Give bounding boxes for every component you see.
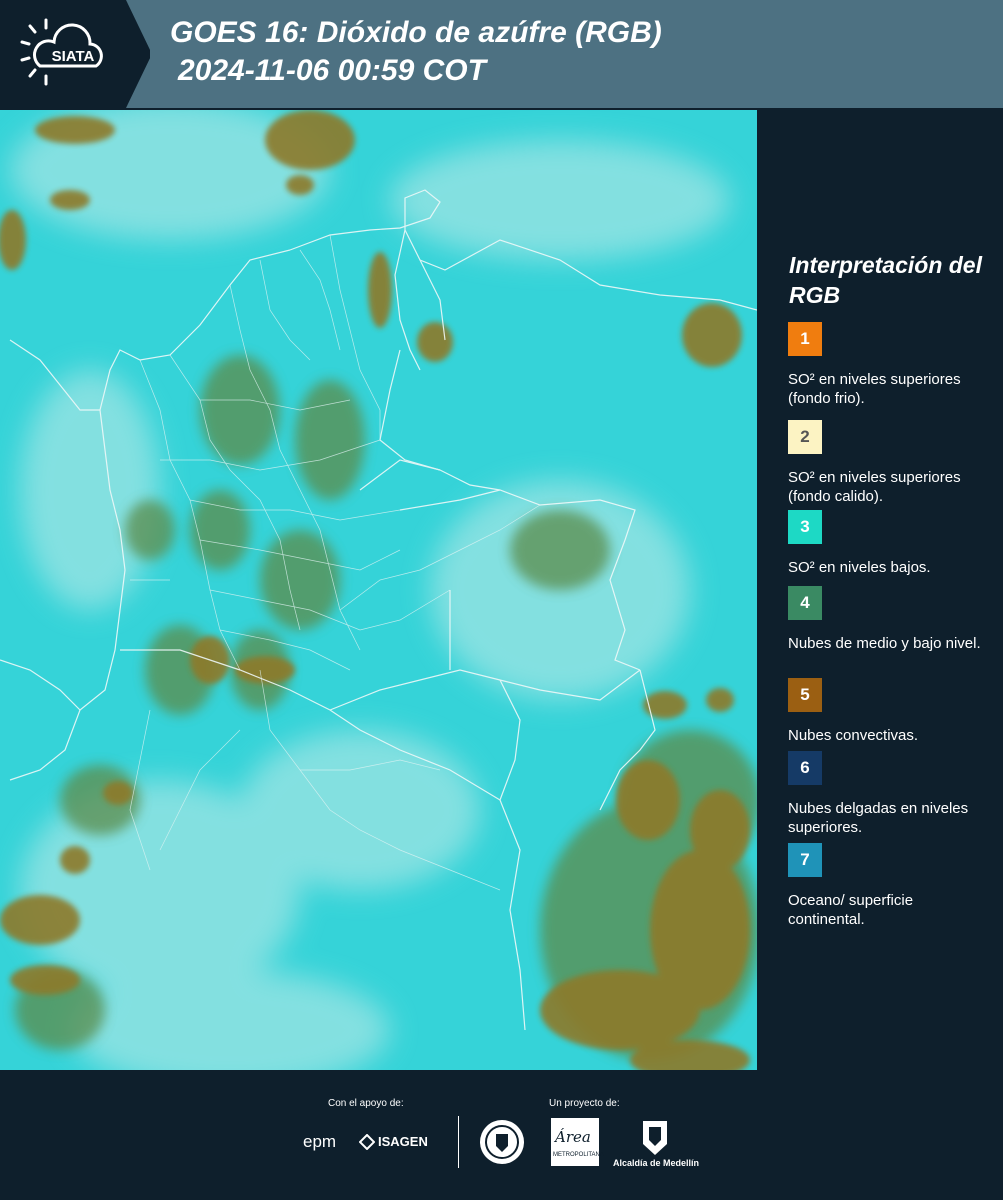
support-label: Con el apoyo de: — [328, 1098, 404, 1109]
legend-label-6: Nubes delgadas en niveles superiores. — [788, 800, 969, 836]
header-bar: SIATA GOES 16: Dióxido de azúfre (RGB) 2… — [0, 0, 1003, 108]
alcaldia-shield-icon — [640, 1118, 670, 1163]
footer: Con el apoyo de: Un proyecto de: epm ISA… — [0, 1070, 1003, 1200]
legend-label-4: Nubes de medio y bajo nivel. — [788, 635, 981, 652]
legend-item-2: 2 SO² en niveles superiores (fondo calid… — [788, 420, 988, 506]
legend-item-4: 4 Nubes de medio y bajo nivel. — [788, 586, 988, 653]
legend-item-1: 1 SO² en niveles superiores (fondo frio)… — [788, 322, 988, 408]
isagen-icon — [358, 1133, 376, 1155]
epm-logo: epm — [303, 1132, 337, 1151]
legend-swatch-7: 7 — [788, 843, 822, 877]
legend-label-5: Nubes convectivas. — [788, 727, 919, 744]
project-label: Un proyecto de: — [549, 1098, 620, 1109]
svg-text:SIATA: SIATA — [52, 48, 95, 65]
legend-swatch-1: 1 — [788, 322, 822, 356]
page-title: GOES 16: Dióxido de azúfre (RGB) — [170, 16, 662, 49]
legend-item-6: 6 Nubes delgadas en niveles superiores. — [788, 751, 988, 837]
medellin-seal-icon — [478, 1118, 526, 1171]
legend-title: Interpretación del RGB — [789, 252, 982, 308]
page-timestamp: 2024-11-06 00:59 COT — [178, 54, 486, 87]
legend-swatch-6: 6 — [788, 751, 822, 785]
legend-swatch-4: 4 — [788, 586, 822, 620]
legend-item-5: 5 Nubes convectivas. — [788, 678, 988, 745]
area-metropolitana-logo: Área METROPOLITANA — [551, 1118, 604, 1166]
siata-logo: SIATA — [0, 0, 152, 108]
legend-label-3: SO² en niveles bajos. — [788, 559, 931, 576]
legend-swatch-5: 5 — [788, 678, 822, 712]
legend-panel: Interpretación del RGB 1 SO² en niveles … — [757, 108, 1003, 1070]
legend-item-7: 7 Oceano/ superficie continental. — [788, 843, 988, 929]
legend-label-2: SO² en niveles superiores (fondo calido)… — [788, 469, 961, 505]
footer-divider — [458, 1116, 459, 1168]
legend-swatch-2: 2 — [788, 420, 822, 454]
legend-swatch-3: 3 — [788, 510, 822, 544]
legend-label-1: SO² en niveles superiores (fondo frio). — [788, 371, 961, 407]
satellite-map — [0, 110, 757, 1070]
legend-label-7: Oceano/ superficie continental. — [788, 892, 914, 928]
alcaldia-label: Alcaldía de Medellín — [613, 1158, 700, 1168]
isagen-logo: ISAGEN — [378, 1134, 428, 1149]
legend-item-3: 3 SO² en niveles bajos. — [788, 510, 988, 577]
